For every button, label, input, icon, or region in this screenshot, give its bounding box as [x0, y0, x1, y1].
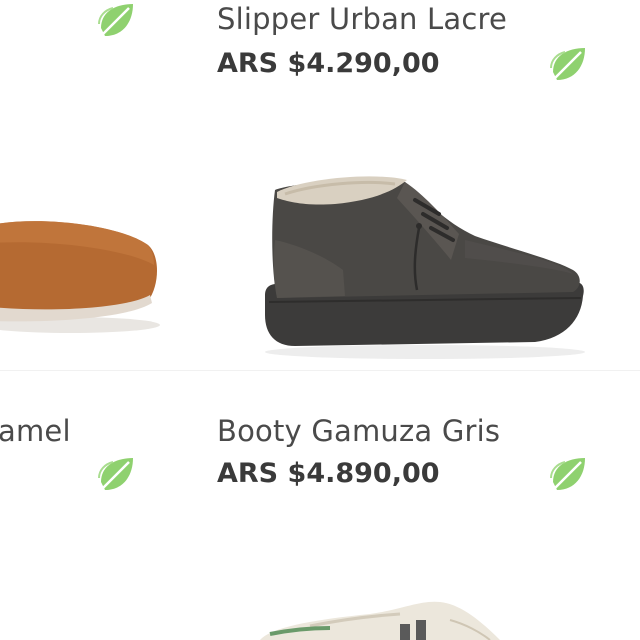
product-card-booty-gamuza-gris[interactable]: Booty Gamuza Gris ARS $4.890,00 — [0, 400, 500, 510]
product-card-slipper-urban-lacre[interactable]: Slipper Urban Lacre ARS $4.290,00 — [0, 0, 507, 100]
product-price: ARS $4.290,00 — [217, 48, 440, 79]
product-name[interactable]: Booty Gamuza Gris — [217, 414, 500, 448]
product-grid-viewport: Slipper Urban Lacre ARS $4.290,00 amel B… — [0, 0, 640, 640]
product-image-booty-gamuza-gris[interactable] — [255, 170, 595, 365]
product-name[interactable]: Slipper Urban Lacre — [217, 2, 507, 36]
product-image-camel-shoe[interactable] — [0, 195, 170, 355]
product-price: ARS $4.890,00 — [217, 458, 440, 489]
eco-leaf-icon — [550, 48, 585, 80]
divider — [0, 370, 640, 371]
product-image-next-shoe[interactable] — [250, 590, 520, 640]
eco-leaf-icon — [550, 458, 585, 490]
